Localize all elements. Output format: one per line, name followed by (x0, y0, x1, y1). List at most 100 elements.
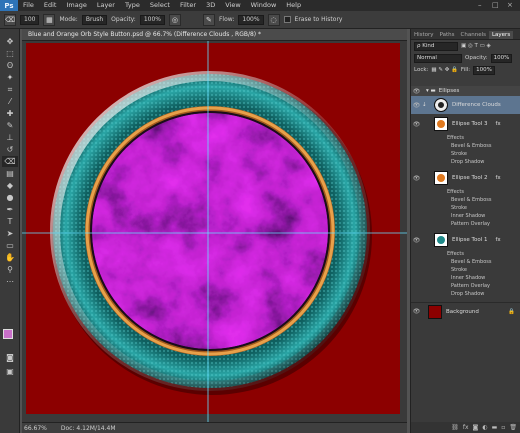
effect-item[interactable]: Drop Shadow (451, 159, 484, 165)
clone-stamp-tool-icon[interactable]: ⊥ (2, 132, 18, 143)
zoom-level[interactable]: 66.67% (24, 425, 47, 432)
effect-item[interactable]: Stroke (451, 151, 467, 157)
document-tab[interactable]: Blue and Orange Orb Style Button.psd @ 6… (22, 29, 407, 41)
brush-panel-icon[interactable]: ▦ (43, 13, 56, 26)
maximize-button[interactable]: □ (492, 0, 499, 11)
eyedropper-tool-icon[interactable]: ⁄ (2, 96, 18, 107)
erase-history-checkbox[interactable] (283, 16, 291, 23)
menu-type[interactable]: Type (120, 0, 145, 11)
menu-file[interactable]: File (18, 0, 39, 11)
folder-icon[interactable]: ▾ ▬ (426, 88, 436, 94)
layers-list: 👁 ▾ ▬ Ellipses 👁 ↓ Difference Clouds 👁 E… (411, 86, 520, 422)
quick-select-tool-icon[interactable]: ✦ (2, 72, 18, 83)
effect-item[interactable]: Pattern Overlay (451, 221, 490, 227)
fx-badge[interactable]: fx (495, 121, 500, 127)
layer-ellipse-tool-3[interactable]: 👁 Ellipse Tool 3 fx (411, 115, 520, 133)
move-tool-icon[interactable]: ✥ (2, 36, 18, 47)
tab-paths[interactable]: Paths (437, 31, 458, 39)
tab-layers[interactable]: Layers (488, 31, 514, 39)
link-layers-icon[interactable]: ⛓ (451, 424, 459, 431)
fx-badge[interactable]: fx (495, 237, 500, 243)
foreground-color-swatch[interactable] (3, 329, 13, 339)
eraser-tool-icon[interactable]: ⌫ (2, 156, 18, 167)
marquee-tool-icon[interactable]: ⬚ (2, 48, 18, 59)
brush-tool-icon[interactable]: ✎ (2, 120, 18, 131)
eye-icon[interactable]: 👁 (411, 308, 422, 315)
blur-tool-icon[interactable]: ◆ (2, 180, 18, 191)
tab-history[interactable]: History (411, 31, 437, 39)
screen-mode-icon[interactable]: ▣ (2, 366, 18, 377)
pen-tool-icon[interactable]: ✒ (2, 204, 18, 215)
menu-layer[interactable]: Layer (92, 0, 120, 11)
filter-icons[interactable]: ▣ ◎ T ▭ ◈ (461, 43, 491, 49)
layer-group-ellipses[interactable]: 👁 ▾ ▬ Ellipses (411, 86, 520, 96)
history-brush-tool-icon[interactable]: ↺ (2, 144, 18, 155)
effect-item[interactable]: Drop Shadow (451, 291, 484, 297)
eye-icon[interactable]: 👁 (411, 88, 422, 95)
eraser-tool-icon[interactable]: ⌫ (4, 13, 16, 26)
healing-tool-icon[interactable]: ✚ (2, 108, 18, 119)
brush-size-picker[interactable]: 100 (20, 14, 40, 25)
hand-tool-icon[interactable]: ✋ (2, 252, 18, 263)
effect-item[interactable]: Inner Shadow (451, 213, 485, 219)
eye-icon[interactable]: 👁 (411, 102, 422, 109)
layer-difference-clouds[interactable]: 👁 ↓ Difference Clouds (411, 96, 520, 114)
pressure-opacity-icon[interactable]: ◎ (168, 13, 181, 26)
shape-tool-icon[interactable]: ▭ (2, 240, 18, 251)
filter-kind-select[interactable]: ρ Kind (414, 41, 458, 51)
path-select-tool-icon[interactable]: ➤ (2, 228, 18, 239)
adjustment-layer-icon[interactable]: ◐ (482, 424, 487, 431)
add-mask-icon[interactable]: ◙ (473, 424, 479, 431)
lasso-tool-icon[interactable]: ʘ (2, 60, 18, 71)
eye-icon[interactable]: 👁 (411, 175, 422, 182)
minimize-button[interactable]: – (478, 0, 482, 11)
canvas[interactable] (22, 41, 407, 422)
effect-item[interactable]: Inner Shadow (451, 275, 485, 281)
crop-tool-icon[interactable]: ⌗ (2, 84, 18, 95)
effect-item[interactable]: Bevel & Emboss (451, 197, 491, 203)
lock-icons[interactable]: ▦ ✎ ✥ 🔒 (431, 67, 458, 73)
tab-channels[interactable]: Channels (458, 31, 489, 39)
more-tools-icon[interactable]: ⋯ (2, 276, 18, 287)
eye-icon[interactable]: 👁 (411, 121, 422, 128)
layer-opacity-field[interactable]: 100% (490, 53, 513, 63)
close-button[interactable]: × (507, 0, 513, 11)
new-group-icon[interactable]: ▬ (492, 424, 498, 431)
menu-image[interactable]: Image (61, 0, 91, 11)
effect-item[interactable]: Stroke (451, 267, 467, 273)
dodge-tool-icon[interactable]: ● (2, 192, 18, 203)
menu-3d[interactable]: 3D (201, 0, 220, 11)
eye-icon[interactable]: 👁 (411, 237, 422, 244)
menu-view[interactable]: View (220, 0, 245, 11)
layer-background[interactable]: 👁 Background 🔒 (411, 302, 520, 320)
airbrush-icon[interactable]: ✎ (202, 13, 215, 26)
fill-field[interactable]: 100% (473, 65, 495, 75)
zoom-tool-icon[interactable]: ⚲ (2, 264, 18, 275)
effect-item[interactable]: Bevel & Emboss (451, 143, 491, 149)
menu-filter[interactable]: Filter (175, 0, 201, 11)
menu-edit[interactable]: Edit (39, 0, 62, 11)
quick-mask-icon[interactable]: ◙ (2, 352, 18, 363)
airbrush-toggle-icon[interactable]: ◌ (267, 13, 280, 26)
layer-ellipse-tool-2[interactable]: 👁 Ellipse Tool 2 fx (411, 169, 520, 187)
opacity-field[interactable]: 100% (139, 14, 165, 25)
menu-help[interactable]: Help (281, 0, 306, 11)
effect-item[interactable]: Bevel & Emboss (451, 259, 491, 265)
layer-ellipse-tool-1[interactable]: 👁 Ellipse Tool 1 fx (411, 231, 520, 249)
canvas-area[interactable] (22, 41, 407, 422)
flow-field[interactable]: 100% (238, 14, 264, 25)
add-style-icon[interactable]: fx (463, 424, 469, 431)
lock-icon: 🔒 (508, 308, 515, 315)
blend-mode-select[interactable]: Normal (414, 53, 462, 63)
effect-item[interactable]: Stroke (451, 205, 467, 211)
new-layer-icon[interactable]: ▫ (501, 424, 505, 431)
effects-label: Effects (447, 189, 464, 195)
gradient-tool-icon[interactable]: ▤ (2, 168, 18, 179)
delete-layer-icon[interactable]: 🗑 (509, 424, 517, 431)
menu-window[interactable]: Window (246, 0, 282, 11)
fx-badge[interactable]: fx (495, 175, 500, 181)
mode-select[interactable]: Brush (81, 14, 108, 25)
type-tool-icon[interactable]: T (2, 216, 18, 227)
menu-select[interactable]: Select (145, 0, 175, 11)
effect-item[interactable]: Pattern Overlay (451, 283, 490, 289)
